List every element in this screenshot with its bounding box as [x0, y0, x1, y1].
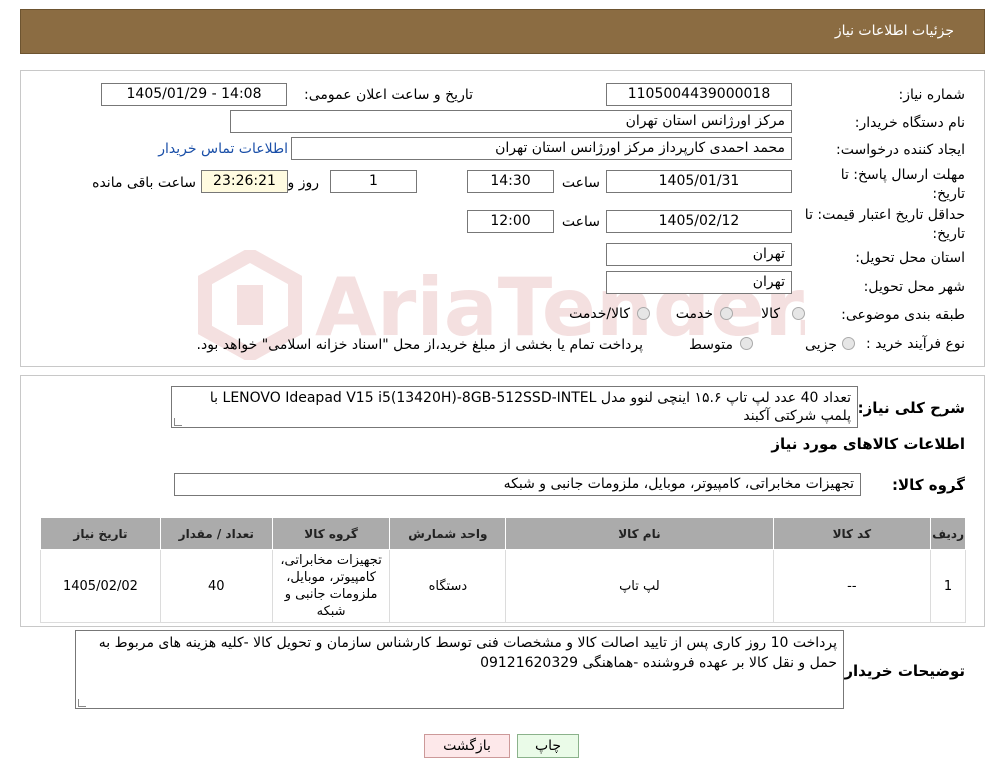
announce-datetime-label: تاریخ و ساعت اعلان عمومی: [304, 87, 473, 103]
cell-row: 1 [930, 549, 966, 623]
col-name: نام کالا [505, 517, 774, 550]
buyer-notes-textarea: پرداخت 10 روز کاری پس از تایید اصالت کال… [75, 630, 844, 709]
category-option-goods: کالا [761, 306, 780, 322]
category-radio-goods-service[interactable] [637, 307, 650, 320]
print-button[interactable]: چاپ [517, 734, 579, 758]
need-number-label: شماره نیاز: [898, 87, 966, 103]
requester-label: ایجاد کننده درخواست: [836, 142, 965, 158]
delivery-city-field: تهران [606, 271, 792, 294]
delivery-province-field: تهران [606, 243, 792, 266]
item-group-field: تجهیزات مخابراتی، کامپیوتر، موبایل، ملزو… [174, 473, 861, 496]
buyer-contact-link[interactable]: اطلاعات تماس خریدار [158, 141, 288, 157]
cell-code: -- [772, 549, 932, 623]
deadline-label: مهلت ارسال پاسخ: تا تاریخ: [840, 167, 965, 202]
category-label: طبقه بندی موضوعی: [841, 307, 965, 323]
buyer-org-label: نام دستگاه خریدار: [854, 115, 965, 131]
purchase-type-radio-minor[interactable] [842, 337, 855, 350]
deadline-time-field: 14:30 [467, 170, 554, 193]
resize-handle-icon[interactable] [174, 418, 182, 426]
col-row: ردیف [930, 517, 966, 550]
category-radio-goods[interactable] [792, 307, 805, 320]
buyer-notes-label: توضیحات خریدار: [838, 662, 965, 680]
item-group-label: گروه کالا: [892, 476, 965, 494]
purchase-type-label: نوع فرآیند خرید : [866, 336, 965, 352]
announce-datetime-field: 1405/01/29 - 14:08 [101, 83, 287, 106]
col-group: گروه کالا [271, 517, 391, 550]
deadline-date-field: 1405/01/31 [606, 170, 792, 193]
summary-textarea: تعداد 40 عدد لپ تاپ ۱۵.۶ اینچی لنوو مدل … [171, 386, 858, 428]
col-code: کد کالا [772, 517, 932, 550]
items-table: ردیف کد کالا نام کالا واحد شمارش گروه کا… [40, 517, 966, 623]
treasury-note: پرداخت تمام یا بخشی از مبلغ خرید،از محل … [196, 337, 643, 353]
category-radio-service[interactable] [720, 307, 733, 320]
table-row: 1 -- لپ تاپ دستگاه تجهیزات مخابراتی، کام… [40, 549, 966, 623]
purchase-type-option-medium: متوسط [689, 337, 733, 353]
back-button[interactable]: بازگشت [424, 734, 510, 758]
remaining-time-field: 23:26:21 [201, 170, 288, 193]
cell-qty: 40 [159, 549, 273, 623]
category-option-goods-service: کالا/خدمت [569, 306, 630, 322]
deadline-time-label: ساعت [561, 175, 600, 191]
col-unit: واحد شمارش [389, 517, 507, 550]
deadline-days-label: روز و [287, 175, 320, 191]
cell-unit: دستگاه [389, 549, 507, 623]
price-validity-time-field: 12:00 [467, 210, 554, 233]
summary-label: شرح کلی نیاز: [857, 399, 965, 417]
col-qty: تعداد / مقدار [159, 517, 273, 550]
resize-handle-icon[interactable] [78, 699, 86, 707]
page-title: جزئیات اطلاعات نیاز [834, 23, 954, 39]
purchase-type-radio-medium[interactable] [740, 337, 753, 350]
buyer-org-field: مرکز اورژانس استان تهران [230, 110, 792, 133]
price-validity-label: حداقل تاریخ اعتبار قیمت: تا تاریخ: [804, 207, 965, 242]
col-date: تاریخ نیاز [40, 517, 161, 550]
delivery-city-label: شهر محل تحویل: [863, 279, 965, 295]
cell-date: 1405/02/02 [40, 549, 161, 623]
category-option-service: خدمت [675, 306, 713, 322]
table-header-row: ردیف کد کالا نام کالا واحد شمارش گروه کا… [40, 517, 966, 550]
price-validity-date-field: 1405/02/12 [606, 210, 792, 233]
page-header: جزئیات اطلاعات نیاز [20, 9, 985, 54]
purchase-type-option-minor: جزیی [805, 337, 837, 353]
price-validity-time-label: ساعت [561, 214, 600, 230]
buyer-notes-text: پرداخت 10 روز کاری پس از تایید اصالت کال… [98, 635, 837, 671]
items-heading: اطلاعات کالاهای مورد نیاز [771, 435, 965, 453]
deadline-days-field: 1 [330, 170, 417, 193]
requester-field: محمد احمدی کارپرداز مرکز اورژانس استان ت… [291, 137, 792, 160]
need-number-field: 1105004439000018 [606, 83, 792, 106]
cell-group: تجهیزات مخابراتی، کامپیوتر، موبایل، ملزو… [271, 549, 391, 623]
delivery-province-label: استان محل تحویل: [855, 250, 965, 266]
remaining-time-label: ساعت باقی مانده [92, 175, 196, 191]
summary-text: تعداد 40 عدد لپ تاپ ۱۵.۶ اینچی لنوو مدل … [209, 390, 851, 424]
cell-name: لپ تاپ [505, 549, 774, 623]
